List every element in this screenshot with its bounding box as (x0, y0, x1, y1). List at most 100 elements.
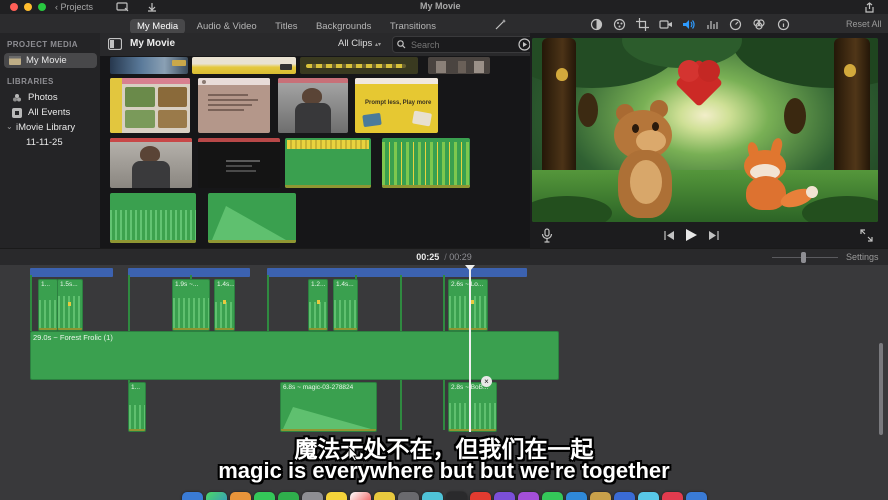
dock-app-icon[interactable] (206, 492, 227, 500)
dock-app-icon[interactable] (446, 492, 467, 500)
timeline-scrollbar[interactable] (879, 343, 883, 435)
zoom-window-button[interactable] (38, 3, 46, 11)
tab-my-media[interactable]: My Media (130, 19, 185, 34)
dock-app-icon[interactable] (350, 492, 371, 500)
title-bar-clip[interactable] (128, 268, 250, 277)
preview-image (532, 38, 878, 222)
music-clip[interactable]: 29.0s ~ Forest Frolic (1) (30, 331, 559, 380)
color-correction-icon[interactable] (613, 18, 626, 31)
noise-reduction-icon[interactable] (706, 18, 719, 31)
share-icon[interactable] (864, 2, 875, 13)
stabilization-icon[interactable] (659, 18, 673, 31)
audio-clip[interactable]: 2.6s ~ Lo... (448, 279, 488, 331)
audio-clip[interactable]: 1.4s... (333, 279, 358, 331)
sidebar-toggle-icon[interactable] (108, 38, 122, 50)
media-thumbnail[interactable] (278, 78, 348, 133)
dock-app-icon[interactable] (470, 492, 491, 500)
dock-app-icon[interactable] (566, 492, 587, 500)
dock-app-icon[interactable] (422, 492, 443, 500)
time-total: 00:29 (449, 252, 472, 262)
skip-back-icon[interactable] (663, 230, 675, 241)
dock-app-icon[interactable] (638, 492, 659, 500)
audio-clip[interactable]: 1... (38, 279, 58, 331)
volume-icon[interactable] (682, 18, 696, 31)
media-thumbnail[interactable]: Prompt less, Play more (355, 78, 438, 133)
voiceover-mic-icon[interactable] (540, 228, 554, 243)
enhance-wand-icon[interactable] (494, 18, 507, 31)
media-thumbnail[interactable] (198, 138, 280, 188)
play-button[interactable] (684, 228, 698, 242)
sidebar-item-label: iMovie Library (16, 122, 75, 133)
dock-app-icon[interactable] (614, 492, 635, 500)
clip-badge-icon[interactable]: × (481, 376, 492, 387)
zoom-slider-knob[interactable] (801, 252, 806, 263)
tab-transitions[interactable]: Transitions (383, 19, 443, 34)
dock-app-icon[interactable] (182, 492, 203, 500)
window-title: My Movie (420, 1, 461, 11)
clip-filter-icon[interactable] (752, 18, 766, 31)
media-thumbnail[interactable] (208, 193, 296, 243)
audio-clip[interactable]: 1.9s ~... (172, 279, 210, 331)
playhead-handle[interactable] (465, 265, 475, 271)
media-thumbnail[interactable] (382, 138, 470, 188)
title-bar-clip[interactable] (30, 268, 113, 277)
dock-app-icon[interactable] (518, 492, 539, 500)
media-thumbnail[interactable] (192, 57, 296, 74)
dock-app-icon[interactable] (494, 492, 515, 500)
add-media-icon[interactable] (116, 2, 129, 12)
skip-forward-icon[interactable] (708, 230, 720, 241)
sidebar-item-event-date[interactable]: 11-11-25 (4, 136, 97, 150)
timeline-settings-button[interactable]: Settings (846, 252, 879, 262)
audio-clip[interactable]: 2.8s ~ BoB... (448, 382, 497, 432)
media-thumbnail[interactable] (110, 78, 190, 133)
crop-icon[interactable] (636, 18, 649, 31)
tab-audio-video[interactable]: Audio & Video (190, 19, 264, 34)
dock-app-icon[interactable] (374, 492, 395, 500)
sidebar-item-photos[interactable]: Photos (4, 91, 97, 105)
dock-app-icon[interactable] (326, 492, 347, 500)
dock-app-icon[interactable] (254, 492, 275, 500)
tab-backgrounds[interactable]: Backgrounds (309, 19, 378, 34)
dock-app-icon[interactable] (542, 492, 563, 500)
media-thumbnail[interactable] (110, 138, 192, 188)
sidebar-item-label: 11-11-25 (26, 137, 63, 148)
audio-clip[interactable]: 1.2... (308, 279, 328, 331)
color-balance-icon[interactable] (590, 18, 603, 31)
speed-icon[interactable] (729, 18, 742, 31)
dock-app-icon[interactable] (686, 492, 707, 500)
media-thumbnail[interactable] (285, 138, 371, 188)
audio-clip[interactable]: 1... (128, 382, 146, 432)
playhead[interactable] (469, 265, 471, 432)
back-to-projects-button[interactable]: ‹ Projects (55, 2, 93, 12)
dock-app-icon[interactable] (230, 492, 251, 500)
audio-clip[interactable]: 6.8s ~ magic-03-278824 (280, 382, 377, 432)
close-window-button[interactable] (10, 3, 18, 11)
audio-clip[interactable]: 1.5s... (57, 279, 83, 331)
media-thumbnail[interactable] (110, 57, 188, 74)
clip-filter-dropdown[interactable]: All Clips ▴▾ (338, 38, 381, 49)
fullscreen-icon[interactable] (860, 229, 873, 242)
dock-app-icon[interactable] (398, 492, 419, 500)
media-thumbnail[interactable] (198, 78, 270, 133)
media-thumbnail[interactable] (300, 57, 418, 74)
tab-titles[interactable]: Titles (268, 19, 304, 34)
titlebar: ‹ Projects My Movie (0, 0, 888, 14)
dock-app-icon[interactable] (662, 492, 683, 500)
dock-app-icon[interactable] (590, 492, 611, 500)
sidebar-item-imovie-library[interactable]: ⌄ iMovie Library (4, 121, 97, 135)
sidebar-item-all-events[interactable]: All Events (4, 106, 97, 120)
audio-clip[interactable]: 1.4s... (214, 279, 235, 331)
title-bar-clip[interactable] (267, 268, 527, 277)
dock-app-icon[interactable] (278, 492, 299, 500)
subtitle-line-english: magic is everywhere but but we're togeth… (0, 458, 888, 484)
reset-all-button[interactable]: Reset All (846, 19, 882, 29)
toolbar-row: My Media Audio & Video Titles Background… (0, 14, 888, 34)
media-thumbnail[interactable] (428, 57, 490, 74)
minimize-window-button[interactable] (24, 3, 32, 11)
sidebar-item-my-movie[interactable]: My Movie (4, 53, 97, 68)
media-thumbnail[interactable] (110, 193, 196, 243)
import-media-icon[interactable] (147, 2, 157, 12)
info-icon[interactable] (777, 18, 790, 31)
dock-app-icon[interactable] (302, 492, 323, 500)
disclosure-triangle-icon[interactable]: ⌄ (6, 122, 13, 131)
